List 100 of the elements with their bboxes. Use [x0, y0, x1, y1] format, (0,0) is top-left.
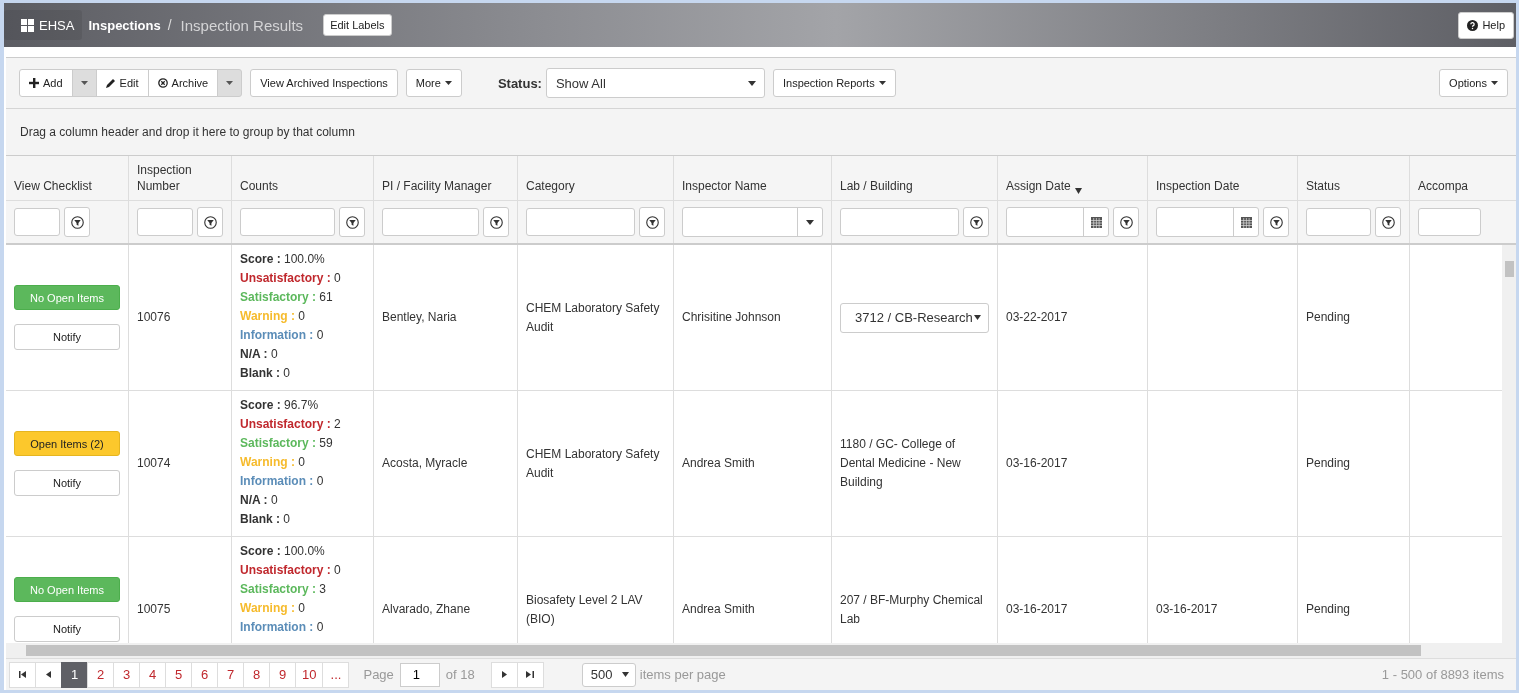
more-button[interactable]: More [405, 69, 462, 97]
column-header[interactable]: Status [1297, 156, 1409, 200]
column-header[interactable]: Inspection Date [1147, 156, 1297, 200]
checklist-button[interactable]: Open Items (2) [14, 431, 120, 456]
page-link[interactable]: 7 [217, 661, 244, 688]
count-line: Unsatisfactory : 0 [240, 562, 341, 579]
page-label: Page [363, 667, 394, 682]
add-menu-toggle[interactable] [71, 69, 97, 97]
table-cell-text: Biosafety Level 2 LAV (BIO) [526, 591, 644, 628]
last-page-button[interactable] [516, 661, 544, 688]
items-per-page-label: items per page [639, 667, 726, 682]
caret-icon [878, 81, 886, 85]
last-page-icon [526, 671, 535, 678]
table-cell-text: Pending [1306, 601, 1351, 618]
filter-button[interactable] [1375, 207, 1401, 237]
caret-icon [444, 81, 452, 85]
page-input[interactable]: 1 [399, 662, 440, 687]
lab-dropdown[interactable]: 3712 / CB-Research [840, 302, 989, 333]
vertical-scrollbar[interactable] [1502, 245, 1516, 643]
brand-link[interactable]: EHSA [4, 10, 83, 40]
archive-menu-toggle[interactable] [217, 69, 243, 97]
table-cell-text: CHEM Laboratory Safety Audit [526, 445, 661, 482]
filter-button[interactable] [1263, 207, 1289, 237]
filter-button[interactable] [483, 207, 509, 237]
filter-button[interactable] [639, 207, 665, 237]
edit-button[interactable]: Edit [95, 69, 149, 97]
column-header[interactable]: Accompa [1409, 156, 1489, 200]
column-header[interactable]: Inspector Name [673, 156, 831, 200]
table-cell-text: Andrea Smith [682, 455, 755, 472]
page-link[interactable]: 6 [191, 661, 218, 688]
table-cell-text: 10075 [137, 601, 171, 618]
table-cell-text: Acosta, Myracle [382, 455, 468, 472]
count-line: Blank : 0 [240, 365, 291, 382]
caret-icon [747, 80, 756, 86]
page-link[interactable]: 9 [269, 661, 296, 688]
caret-icon [1491, 81, 1498, 85]
add-button[interactable]: Add [19, 69, 73, 97]
filter-input[interactable] [526, 208, 635, 236]
sort-descending-icon [1074, 188, 1082, 194]
count-line: Unsatisfactory : 0 [240, 270, 341, 287]
page-size-dropdown[interactable]: 500 [581, 662, 636, 687]
filter-icon [203, 215, 217, 229]
page-link[interactable]: 2 [87, 661, 114, 688]
count-line: Satisfactory : 59 [240, 435, 333, 452]
filter-input[interactable] [840, 208, 959, 236]
filter-input[interactable] [1418, 208, 1481, 236]
table-cell-text: 03-16-2017 [1006, 455, 1068, 472]
filter-button[interactable] [64, 207, 90, 237]
filter-icon [1119, 215, 1133, 229]
next-page-button[interactable] [490, 661, 518, 688]
filter-input[interactable] [382, 208, 479, 236]
table-cell-text: 03-16-2017 [1156, 601, 1218, 618]
notify-button[interactable]: Notify [14, 470, 120, 496]
breadcrumb-item[interactable]: Inspections [88, 17, 161, 33]
status-dropdown[interactable]: Show All [545, 68, 765, 98]
breadcrumb-item: Inspection Results [180, 16, 304, 34]
column-header[interactable]: Lab / Building [831, 156, 997, 200]
page-link[interactable]: 1 [61, 661, 88, 688]
date-filter-input[interactable] [1006, 207, 1109, 237]
date-filter-input[interactable] [1156, 207, 1259, 237]
filter-button[interactable] [197, 207, 223, 237]
filter-input[interactable] [1306, 208, 1371, 236]
page-link[interactable]: 4 [139, 661, 166, 688]
column-header[interactable]: Assign Date [997, 156, 1147, 200]
notify-button[interactable]: Notify [14, 324, 120, 350]
column-header[interactable]: PI / Facility Manager [373, 156, 517, 200]
edit-labels-button[interactable]: Edit Labels [323, 14, 392, 36]
filter-input[interactable] [240, 208, 335, 236]
page-link[interactable]: ... [322, 661, 350, 688]
filter-input[interactable] [14, 208, 60, 236]
calendar-icon [1240, 216, 1252, 228]
close-circle-icon [157, 78, 168, 88]
column-header[interactable]: Counts [231, 156, 373, 200]
count-line: N/A : 0 [240, 346, 278, 363]
page-link[interactable]: 3 [113, 661, 140, 688]
table-cell-text: 207 / BF-Murphy Chemical Lab [840, 591, 984, 628]
column-header[interactable]: View Checklist [6, 156, 128, 200]
filter-icon [489, 215, 503, 229]
archive-button[interactable]: Archive [147, 69, 219, 97]
count-line: Score : 100.0% [240, 543, 325, 560]
column-header[interactable]: Category [517, 156, 673, 200]
column-header[interactable]: Inspection Number [128, 156, 231, 200]
view-archived-button[interactable]: View Archived Inspections [250, 69, 398, 97]
filter-button[interactable] [963, 207, 989, 237]
notify-button[interactable]: Notify [14, 616, 120, 642]
page-link[interactable]: 5 [165, 661, 192, 688]
count-line: Satisfactory : 3 [240, 581, 327, 598]
options-button[interactable]: Options [1439, 69, 1508, 97]
help-icon [1467, 19, 1479, 31]
first-page-button[interactable] [9, 661, 36, 688]
inspection-reports-button[interactable]: Inspection Reports [772, 69, 896, 97]
previous-page-button[interactable] [35, 661, 62, 688]
filter-button[interactable] [339, 207, 365, 237]
page-link[interactable]: 8 [243, 661, 270, 688]
filter-button[interactable] [1113, 207, 1139, 237]
page-link[interactable]: 10 [295, 661, 324, 688]
table-cell-text: Chrisitine Johnson [682, 309, 781, 326]
filter-input[interactable] [137, 208, 193, 236]
help-button[interactable]: Help [1458, 11, 1514, 39]
horizontal-scrollbar[interactable] [6, 643, 1516, 659]
